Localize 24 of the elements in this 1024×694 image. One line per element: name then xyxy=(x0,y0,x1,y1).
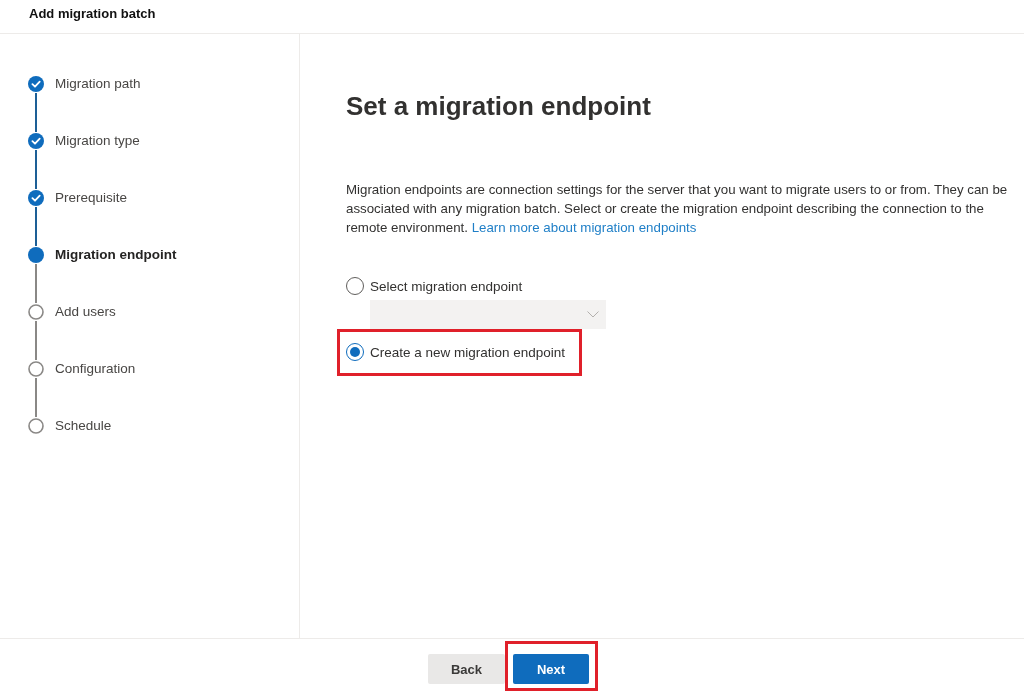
option-label[interactable]: Create a new migration endpoint xyxy=(370,344,566,360)
button[interactable]: Next xyxy=(513,654,589,684)
step-label: Add users xyxy=(55,304,116,320)
step-label: Schedule xyxy=(55,418,112,434)
step-connector xyxy=(35,150,37,189)
learn-more-link[interactable]: Learn more about migration endpoints xyxy=(471,220,697,235)
radio-button[interactable] xyxy=(346,343,364,361)
step-connector xyxy=(35,321,37,360)
step-label: Migration type xyxy=(55,133,140,149)
dialog-title: Add migration batch xyxy=(29,5,156,21)
step-label: Migration endpoint xyxy=(55,247,177,263)
chevron-down-icon xyxy=(587,311,599,318)
step-label: Migration path xyxy=(55,76,141,92)
step-label: Configuration xyxy=(55,361,136,377)
option-label[interactable]: Select migration endpoint xyxy=(370,278,523,294)
description-text: Migration endpoints are connection settings for the server that you want to migrate users to or from. They can be associated with any migration batch. Select or create the migration endpoint describing the connection to the remote environment. Learn more about migration endpoints xyxy=(346,181,1009,237)
step-connector xyxy=(35,378,37,417)
step-connector xyxy=(35,207,37,246)
step-connector xyxy=(35,264,37,303)
step-label: Prerequisite xyxy=(55,190,128,206)
button[interactable]: Back xyxy=(428,654,505,684)
page-heading: Set a migration endpoint xyxy=(346,90,652,123)
step-connector xyxy=(35,93,37,132)
radio-button[interactable] xyxy=(346,277,364,295)
